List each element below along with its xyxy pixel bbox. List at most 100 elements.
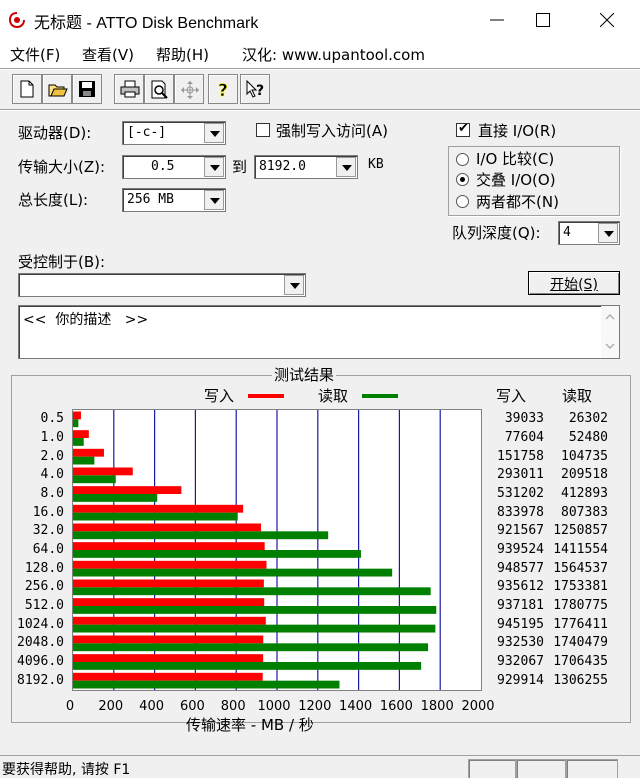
print-button[interactable] xyxy=(114,74,144,104)
description-scrollbar[interactable] xyxy=(601,306,619,358)
scroll-arrows-icon xyxy=(605,313,615,350)
y-tick-label: 16.0 xyxy=(32,504,64,520)
menu-localized-link[interactable]: 汉化: www.upantool.com xyxy=(242,44,425,65)
context-help-button[interactable]: ? xyxy=(240,74,270,104)
move-button[interactable] xyxy=(174,74,204,104)
controlled-by-select[interactable] xyxy=(18,273,306,297)
bar-chart xyxy=(73,410,441,690)
minimize-button[interactable] xyxy=(474,0,520,40)
read-value: 1306255 xyxy=(553,672,608,688)
read-bar xyxy=(73,512,238,521)
y-tick-label: 4.0 xyxy=(40,467,64,483)
read-column-header: 读取 xyxy=(562,387,593,405)
y-tick-label: 0.5 xyxy=(40,411,64,427)
write-value: 921567 xyxy=(497,523,544,539)
y-tick-label: 4096.0 xyxy=(17,654,64,669)
maximize-button[interactable] xyxy=(520,0,566,40)
write-bar xyxy=(73,672,263,681)
print-preview-button[interactable] xyxy=(144,74,174,104)
read-bar xyxy=(73,662,422,670)
chevron-down-icon[interactable] xyxy=(204,157,224,177)
read-value: 1780775 xyxy=(553,598,608,613)
new-button[interactable] xyxy=(12,74,42,104)
open-button[interactable] xyxy=(42,74,72,104)
read-value: 52480 xyxy=(568,430,608,445)
x-tick-label: 1000 xyxy=(257,699,291,714)
y-tick-label: 1024.0 xyxy=(17,616,64,632)
maximize-icon xyxy=(536,13,550,27)
menu-help[interactable]: 帮助(H) xyxy=(156,44,209,65)
queue-depth-value: 4 xyxy=(563,225,571,240)
chevron-down-icon[interactable] xyxy=(284,275,304,295)
toolbar-separator xyxy=(0,109,640,111)
save-button[interactable] xyxy=(72,74,102,104)
x-tick-label: 600 xyxy=(179,699,205,714)
read-bar xyxy=(73,624,436,633)
io-compare-radio[interactable] xyxy=(456,153,469,166)
start-button-label: 开始(S) xyxy=(550,277,598,293)
write-value: 935612 xyxy=(497,579,544,595)
y-tick-label: 256.0 xyxy=(24,579,64,595)
status-bar: 要获得帮助, 请按 F1 xyxy=(0,755,640,778)
start-button[interactable]: 开始(S) xyxy=(528,271,620,295)
menu-view[interactable]: 查看(V) xyxy=(82,44,134,65)
transfer-to-select[interactable]: 8192.0 xyxy=(254,155,358,179)
direct-io-label: 直接 I/O(R) xyxy=(478,122,557,140)
read-bar xyxy=(73,531,329,540)
kb-label: KB xyxy=(368,157,384,172)
about-button[interactable]: ? xyxy=(208,74,238,104)
y-tick-label: 32.0 xyxy=(32,523,64,539)
read-value: 1753381 xyxy=(553,579,608,595)
write-bar xyxy=(73,411,81,420)
overlapped-io-radio[interactable] xyxy=(456,173,469,186)
status-pane-3 xyxy=(566,759,618,778)
read-bar xyxy=(73,494,158,502)
legend-read-swatch xyxy=(362,394,398,398)
menu-bar: 文件(F) 查看(V) 帮助(H) 汉化: www.upantool.com xyxy=(0,40,640,68)
x-tick-label: 1400 xyxy=(339,699,373,714)
open-folder-icon xyxy=(48,84,68,97)
chevron-down-icon[interactable] xyxy=(598,223,618,243)
force-write-checkbox[interactable] xyxy=(256,123,270,137)
write-bar xyxy=(73,430,89,438)
chevron-down-icon[interactable] xyxy=(336,157,356,177)
drive-label: 驱动器(D): xyxy=(18,124,92,142)
x-tick-label: 200 xyxy=(98,699,124,714)
transfer-from-select[interactable]: 0.5 xyxy=(122,155,226,179)
legend-read-label: 读取 xyxy=(318,387,349,405)
new-file-icon xyxy=(20,80,34,98)
read-bar xyxy=(73,456,95,465)
close-button[interactable] xyxy=(584,0,630,40)
queue-depth-select[interactable]: 4 xyxy=(558,221,620,245)
write-value: 948577 xyxy=(497,560,544,576)
menu-separator xyxy=(0,68,640,70)
drive-value: [-c-] xyxy=(127,125,167,140)
read-value: 1411554 xyxy=(553,542,608,557)
menu-file[interactable]: 文件(F) xyxy=(10,44,60,65)
drive-select[interactable]: [-c-] xyxy=(122,121,226,145)
write-bar xyxy=(73,523,261,532)
total-length-select[interactable]: 256 MB xyxy=(122,188,226,212)
read-bar xyxy=(73,419,79,428)
read-value: 1706435 xyxy=(553,654,608,669)
direct-io-checkbox[interactable] xyxy=(456,121,470,137)
write-value: 932530 xyxy=(497,635,544,651)
write-value: 937181 xyxy=(497,598,544,613)
chevron-down-icon[interactable] xyxy=(204,123,224,143)
write-value: 833978 xyxy=(497,504,544,520)
write-value: 293011 xyxy=(497,467,544,483)
x-tick-label: 400 xyxy=(139,699,165,714)
read-bar xyxy=(73,643,429,652)
write-bar xyxy=(73,654,264,662)
write-value: 932067 xyxy=(497,654,544,669)
status-pane-1 xyxy=(468,759,516,778)
chevron-down-icon[interactable] xyxy=(204,190,224,210)
x-axis-label: 传输速率 - MB / 秒 xyxy=(186,716,314,734)
read-bar xyxy=(73,606,437,614)
x-tick-label: 1200 xyxy=(298,699,332,714)
neither-label: 两者都不(N) xyxy=(476,193,559,211)
write-value: 945195 xyxy=(497,616,544,632)
neither-radio[interactable] xyxy=(456,195,469,208)
read-bar xyxy=(73,550,361,558)
description-textarea[interactable]: << 你的描述 >> xyxy=(18,305,620,359)
